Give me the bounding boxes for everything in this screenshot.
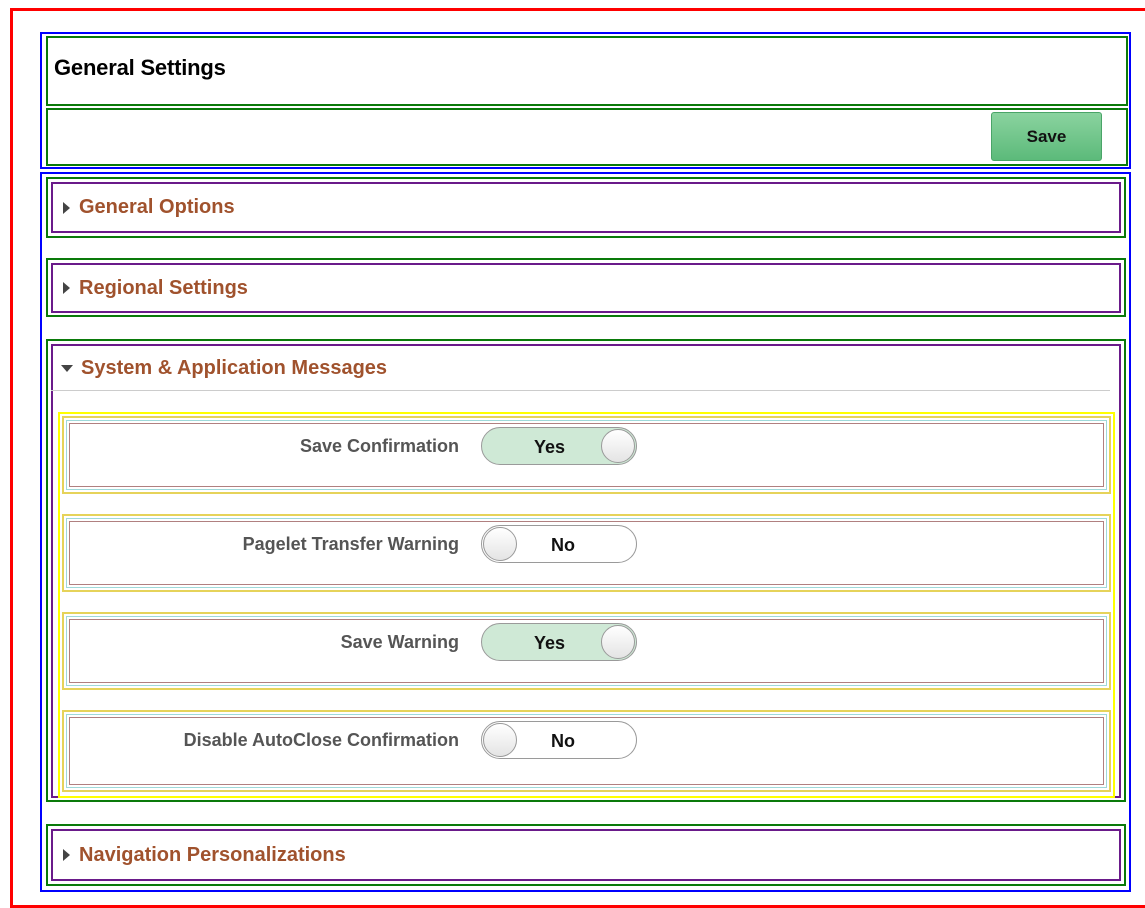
field-label: Disable AutoClose Confirmation (183, 730, 459, 750)
section-label: System & Application Messages (81, 356, 388, 379)
section-regional-settings-toggle[interactable]: Regional Settings (53, 265, 1119, 311)
section-system-messages-header[interactable]: System & Application Messages (51, 344, 1121, 392)
field-label: Save Confirmation (299, 436, 459, 456)
header-panel: General Settings (40, 32, 1131, 169)
section-navigation-personalizations: Navigation Personalizations (46, 824, 1126, 886)
toggle-value: Yes (534, 633, 566, 653)
expand-arrow-icon (63, 849, 70, 861)
expand-arrow-icon (63, 201, 70, 214)
section-general-options: General Options (46, 177, 1126, 238)
section-label: Regional Settings (79, 276, 248, 299)
section-regional-settings-header[interactable]: Regional Settings (51, 263, 1121, 313)
toggle-knob (483, 527, 517, 561)
section-divider (51, 390, 1110, 391)
toggle-knob (601, 429, 635, 463)
field-label: Pagelet Transfer Warning (242, 534, 459, 554)
disable-autoclose-confirmation-toggle[interactable]: No (481, 721, 637, 759)
toggle-value: Yes (534, 437, 566, 457)
toggle-value: No (551, 731, 575, 751)
section-navigation-personalizations-toggle[interactable]: Navigation Personalizations (53, 831, 1119, 879)
page-title: General Settings (54, 55, 226, 80)
title-bar: General Settings (46, 36, 1128, 106)
field-label: Save Warning (340, 632, 459, 652)
field-row-pagelet-transfer-warning: Pagelet Transfer Warning No (62, 514, 1111, 592)
section-regional-settings: Regional Settings (46, 258, 1126, 317)
save-button[interactable]: Save (991, 112, 1102, 161)
save-confirmation-toggle[interactable]: Yes (481, 427, 637, 465)
section-navigation-personalizations-header[interactable]: Navigation Personalizations (51, 829, 1121, 881)
expand-arrow-icon (63, 282, 70, 294)
toggle-knob (483, 723, 517, 757)
field-row-disable-autoclose-confirmation: Disable AutoClose Confirmation No (62, 710, 1111, 792)
field-row-save-warning: Save Warning Yes (62, 612, 1111, 690)
section-label: General Options (79, 196, 235, 218)
field-row-save-confirmation: Save Confirmation Yes (62, 416, 1111, 494)
section-label: Navigation Personalizations (79, 843, 346, 866)
toolbar (46, 108, 1128, 166)
section-general-options-toggle[interactable]: General Options (53, 184, 1119, 231)
toggle-value: No (551, 535, 575, 555)
collapse-arrow-icon (61, 364, 73, 372)
section-general-options-header[interactable]: General Options (51, 182, 1121, 233)
toggle-knob (601, 625, 635, 659)
pagelet-transfer-warning-toggle[interactable]: No (481, 525, 637, 563)
save-warning-toggle[interactable]: Yes (481, 623, 637, 661)
